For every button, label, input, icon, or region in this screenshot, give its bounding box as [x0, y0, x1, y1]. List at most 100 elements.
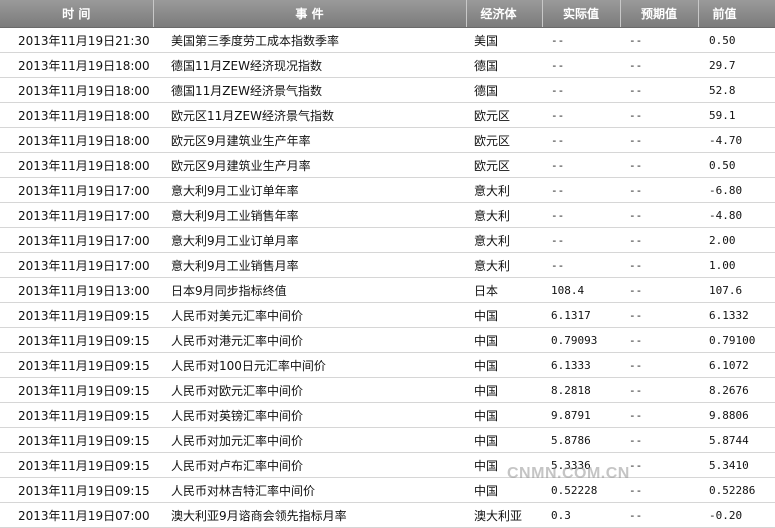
cell-expected: --: [620, 377, 698, 403]
cell-country: 欧元区: [466, 127, 542, 153]
table-row: 2013年11月19日18:00 欧元区11月ZEW经济景气指数 欧元区 -- -- 59…: [0, 102, 775, 128]
cell-previous: -0.20: [698, 502, 775, 528]
header-row: 时 间 事 件 经济体 实际值 预期值 前值: [0, 0, 775, 28]
cell-event: 澳大利亚9月谘商会领先指标月率: [153, 502, 466, 528]
cell-actual: --: [542, 152, 620, 178]
table-row: 2013年11月19日09:15 人民币对欧元汇率中间价 中国 8.2818 -- 8.2…: [0, 377, 775, 403]
cell-event: 人民币对加元汇率中间价: [153, 427, 466, 453]
cell-country: 意大利: [466, 227, 542, 253]
cell-event: 欧元区9月建筑业生产月率: [153, 152, 466, 178]
cell-previous: 9.8806: [698, 402, 775, 428]
cell-expected: --: [620, 302, 698, 328]
cell-country: 欧元区: [466, 152, 542, 178]
cell-previous: 5.8744: [698, 427, 775, 453]
table-row: 2013年11月19日18:00 欧元区9月建筑业生产月率 欧元区 -- -- 0.50: [0, 152, 775, 178]
cell-time: 2013年11月19日09:15: [0, 402, 153, 428]
cell-event: 人民币对100日元汇率中间价: [153, 352, 466, 378]
cell-country: 中国: [466, 377, 542, 403]
cell-time: 2013年11月19日09:15: [0, 352, 153, 378]
table-row: 2013年11月19日17:00 意大利9月工业订单月率 意大利 -- -- 2.00: [0, 227, 775, 253]
cell-country: 美国: [466, 27, 542, 53]
cell-previous: 0.50: [698, 152, 775, 178]
cell-time: 2013年11月19日09:15: [0, 302, 153, 328]
cell-time: 2013年11月19日09:15: [0, 477, 153, 503]
cell-country: 意大利: [466, 252, 542, 278]
cell-time: 2013年11月19日18:00: [0, 152, 153, 178]
cell-actual: 0.3: [542, 502, 620, 528]
table-row: 2013年11月19日17:00 意大利9月工业订单年率 意大利 -- -- -6.80: [0, 177, 775, 203]
cell-expected: --: [620, 452, 698, 478]
cell-actual: 9.8791: [542, 402, 620, 428]
cell-expected: --: [620, 127, 698, 153]
economic-calendar-table: 时 间 事 件 经济体 实际值 预期值 前值 2013年11月19日21:30 美…: [0, 0, 775, 528]
cell-expected: --: [620, 327, 698, 353]
cell-actual: 8.2818: [542, 377, 620, 403]
cell-expected: --: [620, 27, 698, 53]
table-body: 2013年11月19日21:30 美国第三季度劳工成本指数季率 美国 -- -- 0.50…: [0, 27, 775, 528]
table-row: 2013年11月19日09:15 人民币对卢布汇率中间价 中国 5.3336 -- 5.3…: [0, 452, 775, 478]
cell-actual: --: [542, 127, 620, 153]
cell-event: 美国第三季度劳工成本指数季率: [153, 27, 466, 53]
cell-previous: 0.50: [698, 27, 775, 53]
cell-actual: --: [542, 177, 620, 203]
cell-event: 意大利9月工业销售月率: [153, 252, 466, 278]
table-header: 时 间 事 件 经济体 实际值 预期值 前值: [0, 0, 775, 28]
cell-expected: --: [620, 177, 698, 203]
cell-previous: 59.1: [698, 102, 775, 128]
cell-event: 人民币对林吉特汇率中间价: [153, 477, 466, 503]
cell-time: 2013年11月19日17:00: [0, 252, 153, 278]
cell-time: 2013年11月19日07:00: [0, 502, 153, 528]
cell-expected: --: [620, 402, 698, 428]
cell-event: 意大利9月工业订单月率: [153, 227, 466, 253]
cell-previous: 5.3410: [698, 452, 775, 478]
cell-time: 2013年11月19日17:00: [0, 227, 153, 253]
cell-event: 日本9月同步指标终值: [153, 277, 466, 303]
cell-country: 中国: [466, 302, 542, 328]
cell-event: 德国11月ZEW经济景气指数: [153, 77, 466, 103]
table-row: 2013年11月19日07:00 澳大利亚9月谘商会领先指标月率 澳大利亚 0.3 --…: [0, 502, 775, 528]
cell-time: 2013年11月19日18:00: [0, 127, 153, 153]
table-row: 2013年11月19日09:15 人民币对美元汇率中间价 中国 6.1317 -- 6.1…: [0, 302, 775, 328]
cell-actual: --: [542, 202, 620, 228]
cell-actual: --: [542, 52, 620, 78]
cell-previous: -6.80: [698, 177, 775, 203]
cell-time: 2013年11月19日18:00: [0, 77, 153, 103]
cell-actual: --: [542, 227, 620, 253]
cell-expected: --: [620, 52, 698, 78]
cell-expected: --: [620, 352, 698, 378]
cell-expected: --: [620, 277, 698, 303]
cell-actual: 6.1333: [542, 352, 620, 378]
cell-event: 欧元区9月建筑业生产年率: [153, 127, 466, 153]
cell-previous: 2.00: [698, 227, 775, 253]
cell-event: 人民币对欧元汇率中间价: [153, 377, 466, 403]
cell-previous: 107.6: [698, 277, 775, 303]
cell-time: 2013年11月19日21:30: [0, 27, 153, 53]
cell-actual: --: [542, 252, 620, 278]
cell-previous: 6.1332: [698, 302, 775, 328]
header-actual: 实际值: [541, 0, 620, 28]
cell-previous: -4.70: [698, 127, 775, 153]
cell-time: 2013年11月19日09:15: [0, 452, 153, 478]
cell-event: 欧元区11月ZEW经济景气指数: [153, 102, 466, 128]
header-event: 事 件: [152, 0, 466, 28]
cell-expected: --: [620, 252, 698, 278]
cell-expected: --: [620, 427, 698, 453]
table-row: 2013年11月19日17:00 意大利9月工业销售年率 意大利 -- -- -4.80: [0, 202, 775, 228]
cell-previous: 8.2676: [698, 377, 775, 403]
cell-actual: 108.4: [542, 277, 620, 303]
cell-expected: --: [620, 202, 698, 228]
table-row: 2013年11月19日17:00 意大利9月工业销售月率 意大利 -- -- 1.00: [0, 252, 775, 278]
cell-actual: --: [542, 102, 620, 128]
cell-country: 中国: [466, 452, 542, 478]
table-row: 2013年11月19日09:15 人民币对加元汇率中间价 中国 5.8786 -- 5.8…: [0, 427, 775, 453]
header-country: 经济体: [465, 0, 542, 28]
cell-event: 人民币对港元汇率中间价: [153, 327, 466, 353]
header-time: 时 间: [0, 0, 153, 28]
cell-event: 人民币对英镑汇率中间价: [153, 402, 466, 428]
cell-actual: 6.1317: [542, 302, 620, 328]
cell-actual: 0.79093: [542, 327, 620, 353]
cell-actual: 0.52228: [542, 477, 620, 503]
cell-country: 意大利: [466, 177, 542, 203]
cell-expected: --: [620, 152, 698, 178]
cell-event: 意大利9月工业销售年率: [153, 202, 466, 228]
